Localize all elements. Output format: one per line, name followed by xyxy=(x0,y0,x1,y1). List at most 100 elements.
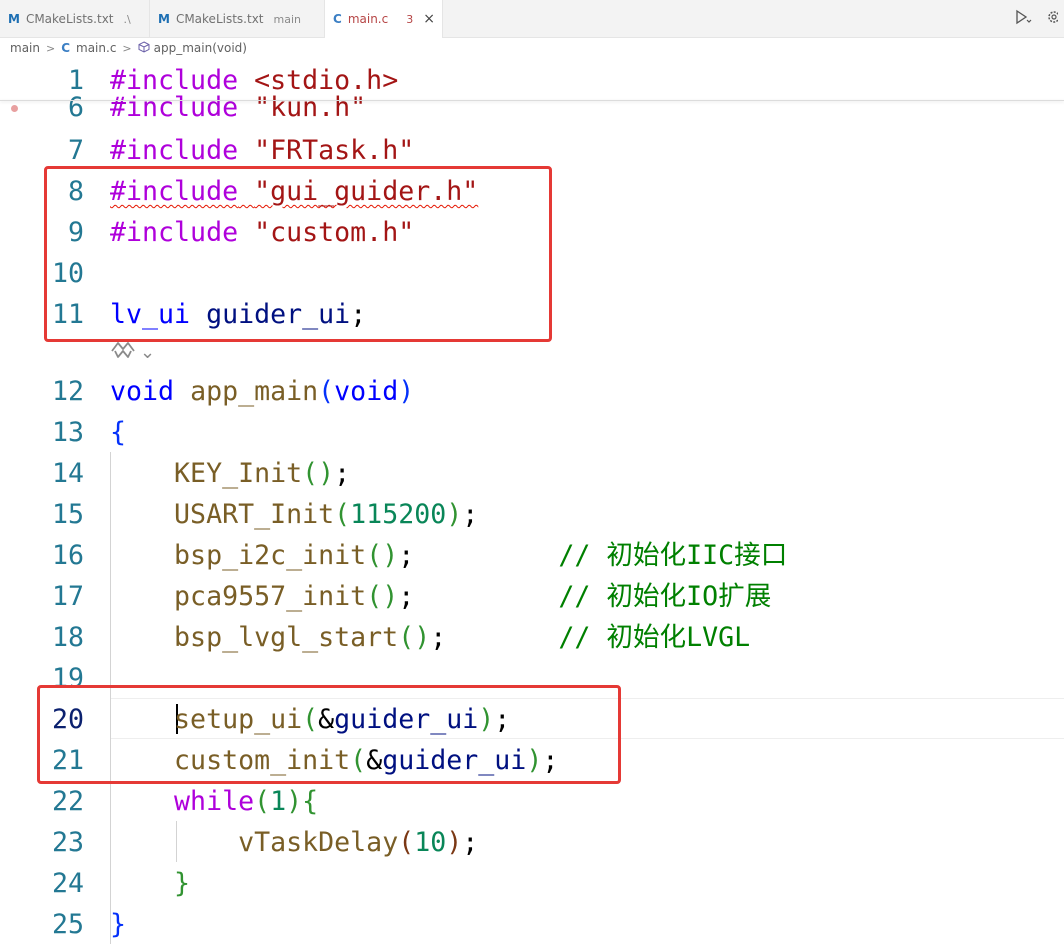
run-debug-icon[interactable] xyxy=(1014,9,1032,29)
line-number: 25 xyxy=(51,909,84,940)
copilot-codelens[interactable]: ⌄ xyxy=(110,339,155,365)
code-token: ) xyxy=(398,376,415,407)
editor-tab-bar: M CMakeLists.txt .\ M CMakeLists.txt mai… xyxy=(0,0,1064,38)
tab-detail: .\ xyxy=(123,12,131,26)
code-text: { xyxy=(110,412,126,453)
line-number: 17 xyxy=(51,581,84,612)
breadcrumb-symbol[interactable]: app_main(void) xyxy=(154,41,247,55)
tab-detail: main xyxy=(273,12,301,26)
sticky-scroll-divider xyxy=(0,100,1064,101)
code-editor[interactable]: 1 #include <stdio.h> 6 #include "kun.h" 7 #in… xyxy=(0,58,1064,945)
code-token: } xyxy=(110,909,127,940)
code-text: #include "kun.h" xyxy=(110,87,366,128)
tab-main-c[interactable]: C main.c 3 × xyxy=(325,0,443,38)
code-token: void xyxy=(110,376,175,407)
line-number: 12 xyxy=(51,376,84,407)
code-token: ( xyxy=(318,376,335,407)
chevron-right-icon: > xyxy=(45,41,56,55)
code-token: 10 xyxy=(414,827,447,858)
tab-cmakelists-main[interactable]: M CMakeLists.txt main xyxy=(150,0,325,38)
code-token: () xyxy=(366,581,399,612)
code-token: "FRTask.h" xyxy=(254,135,415,166)
code-line[interactable]: 18 bsp_lvgl_start(); // 初始化LVGL xyxy=(0,617,1064,658)
code-token: KEY_Init xyxy=(174,458,303,489)
code-line[interactable]: 25} xyxy=(0,904,1064,945)
cmake-file-icon: M xyxy=(158,12,170,26)
code-token: () xyxy=(302,458,335,489)
code-token: vTaskDelay xyxy=(238,827,399,858)
close-icon[interactable]: × xyxy=(423,11,435,27)
code-token: ( xyxy=(398,827,415,858)
code-token: () xyxy=(366,540,399,571)
code-line[interactable]: 7 #include "FRTask.h" xyxy=(0,130,1064,171)
breadcrumb-file[interactable]: main.c xyxy=(76,41,116,55)
code-line[interactable]: 17 pca9557_init(); // 初始化IO扩展 xyxy=(0,576,1064,617)
code-token: // 初始化IIC接口 xyxy=(558,540,788,571)
line-number: 14 xyxy=(51,458,84,489)
line-number: 7 xyxy=(67,135,84,166)
code-token: 1 xyxy=(270,786,287,817)
code-text: } xyxy=(110,904,126,945)
code-token: ( xyxy=(254,786,271,817)
code-line[interactable]: 13 { xyxy=(0,412,1064,453)
breadcrumb-folder[interactable]: main xyxy=(10,41,40,55)
line-number: 23 xyxy=(51,827,84,858)
code-line[interactable]: 16 bsp_i2c_init(); // 初始化IIC接口 xyxy=(0,535,1064,576)
code-token: USART_Init xyxy=(174,499,335,530)
code-text: bsp_lvgl_start(); // 初始化LVGL xyxy=(110,617,750,658)
chevron-down-icon[interactable]: ⌄ xyxy=(140,342,155,363)
breadcrumb: main > C main.c > app_main(void) xyxy=(0,38,1064,58)
code-token: ; xyxy=(462,499,479,530)
line-number: 15 xyxy=(51,499,84,530)
tab-label: CMakeLists.txt xyxy=(175,12,264,26)
code-token: ; xyxy=(430,622,559,653)
code-line[interactable]: 23 vTaskDelay(10); xyxy=(0,822,1064,863)
highlight-box-includes xyxy=(44,166,552,342)
c-file-icon: C xyxy=(333,12,342,26)
code-token: #include xyxy=(110,135,239,166)
line-number: 13 xyxy=(51,417,84,448)
code-line[interactable]: 6 #include "kun.h" xyxy=(0,87,1064,128)
code-line[interactable]: 24 } xyxy=(0,863,1064,904)
code-token: ; xyxy=(462,827,479,858)
cmake-file-icon: M xyxy=(8,12,20,26)
code-text: KEY_Init(); xyxy=(110,453,350,494)
code-text: while(1){ xyxy=(110,781,318,822)
code-token: bsp_lvgl_start xyxy=(174,622,399,653)
code-token: () xyxy=(398,622,431,653)
chevron-right-icon: > xyxy=(122,41,132,55)
code-line[interactable]: 14 KEY_Init(); xyxy=(0,453,1064,494)
code-token: pca9557_init xyxy=(174,581,367,612)
code-text: #include "FRTask.h" xyxy=(110,130,414,171)
code-token: "kun.h" xyxy=(254,92,367,123)
gear-icon[interactable] xyxy=(1044,9,1060,29)
code-text: pca9557_init(); // 初始化IO扩展 xyxy=(110,576,771,617)
code-line[interactable]: 12 void app_main(void) xyxy=(0,371,1064,412)
code-token: ) xyxy=(446,827,463,858)
line-number: 22 xyxy=(51,786,84,817)
code-token: // 初始化IO扩展 xyxy=(558,581,772,612)
editor-actions xyxy=(1014,8,1064,30)
code-line[interactable]: 15 USART_Init(115200); xyxy=(0,494,1064,535)
code-text: USART_Init(115200); xyxy=(110,494,478,535)
code-token: ; xyxy=(334,458,351,489)
c-file-icon: C xyxy=(61,41,71,55)
code-line[interactable]: 22 while(1){ xyxy=(0,781,1064,822)
problem-count-badge: 3 xyxy=(406,12,414,26)
tab-cmakelists-root[interactable]: M CMakeLists.txt .\ xyxy=(0,0,150,38)
code-token: } xyxy=(174,868,191,899)
line-number: 18 xyxy=(51,622,84,653)
code-text: vTaskDelay(10); xyxy=(110,822,478,863)
breakpoint-hint-dot[interactable] xyxy=(11,105,18,112)
